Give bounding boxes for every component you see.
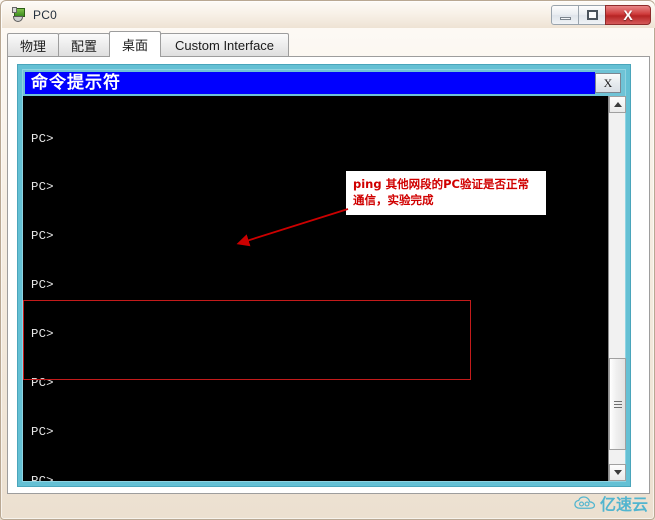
command-prompt-inner: 命令提示符 X PC> PC> PC> PC> PC> PC> PC> PC> — [22, 69, 626, 482]
terminal-line: PC> — [31, 424, 54, 439]
screenshot-root: PC0 X 物理 配置 桌面 Custom Interface 命令提示符 X … — [0, 0, 655, 520]
tab-physical[interactable]: 物理 — [7, 33, 60, 57]
command-prompt-titlebar: 命令提示符 X — [23, 70, 625, 96]
close-button[interactable]: X — [605, 4, 651, 25]
scroll-up-button[interactable] — [609, 96, 626, 113]
maximize-button[interactable] — [578, 4, 606, 25]
tab-desktop-label: 桌面 — [122, 38, 149, 53]
command-prompt-close-button[interactable]: X — [595, 73, 621, 93]
command-prompt-window: 命令提示符 X PC> PC> PC> PC> PC> PC> PC> PC> — [17, 64, 631, 487]
scroll-down-button[interactable] — [609, 464, 626, 481]
command-prompt-close-icon: X — [603, 75, 613, 90]
terminal-line: PC> — [31, 473, 54, 481]
maximize-icon — [586, 9, 598, 20]
tab-config[interactable]: 配置 — [58, 33, 111, 57]
pc-device-icon — [11, 7, 27, 23]
terminal-output-area[interactable]: PC> PC> PC> PC> PC> PC> PC> PC> PC> PC>p… — [23, 96, 625, 481]
tab-desktop[interactable]: 桌面 — [109, 31, 162, 57]
tab-custom-interface[interactable]: Custom Interface — [160, 33, 290, 57]
terminal-scrollbar[interactable] — [608, 96, 626, 481]
command-prompt-title: 命令提示符 — [25, 72, 595, 94]
window-titlebar: PC0 X — [2, 2, 655, 28]
grip-icon — [613, 399, 622, 410]
terminal-line: PC> — [31, 327, 54, 342]
terminal-text: PC> PC> PC> PC> PC> PC> PC> PC> PC> PC>p… — [31, 98, 455, 481]
close-icon: X — [623, 6, 633, 23]
scrollbar-thumb[interactable] — [609, 358, 626, 450]
tab-config-label: 配置 — [71, 39, 98, 54]
annotation-text: ping 其他网段的PC验证是否正常 通信，实验完成 — [353, 177, 529, 207]
tab-bar: 物理 配置 桌面 Custom Interface — [7, 31, 650, 57]
terminal-line: PC> — [31, 376, 54, 391]
minimize-button[interactable] — [551, 4, 579, 25]
tab-physical-label: 物理 — [20, 39, 47, 54]
window-controls: X — [551, 4, 651, 25]
terminal-line: PC> — [31, 229, 54, 244]
minimize-icon — [559, 16, 571, 20]
watermark-text: 亿速云 — [599, 495, 648, 514]
terminal-line: PC> — [31, 278, 54, 293]
terminal-line: PC> — [31, 131, 54, 146]
watermark: 亿速云 — [574, 491, 648, 515]
window-title: PC0 — [33, 8, 57, 22]
tab-custom-interface-label: Custom Interface — [175, 38, 275, 53]
annotation-callout: ping 其他网段的PC验证是否正常 通信，实验完成 — [346, 171, 546, 215]
chevron-down-icon — [613, 470, 622, 475]
chevron-up-icon — [613, 102, 622, 107]
cloud-icon — [574, 496, 596, 509]
application-window: PC0 X 物理 配置 桌面 Custom Interface 命令提示符 X … — [0, 0, 655, 520]
